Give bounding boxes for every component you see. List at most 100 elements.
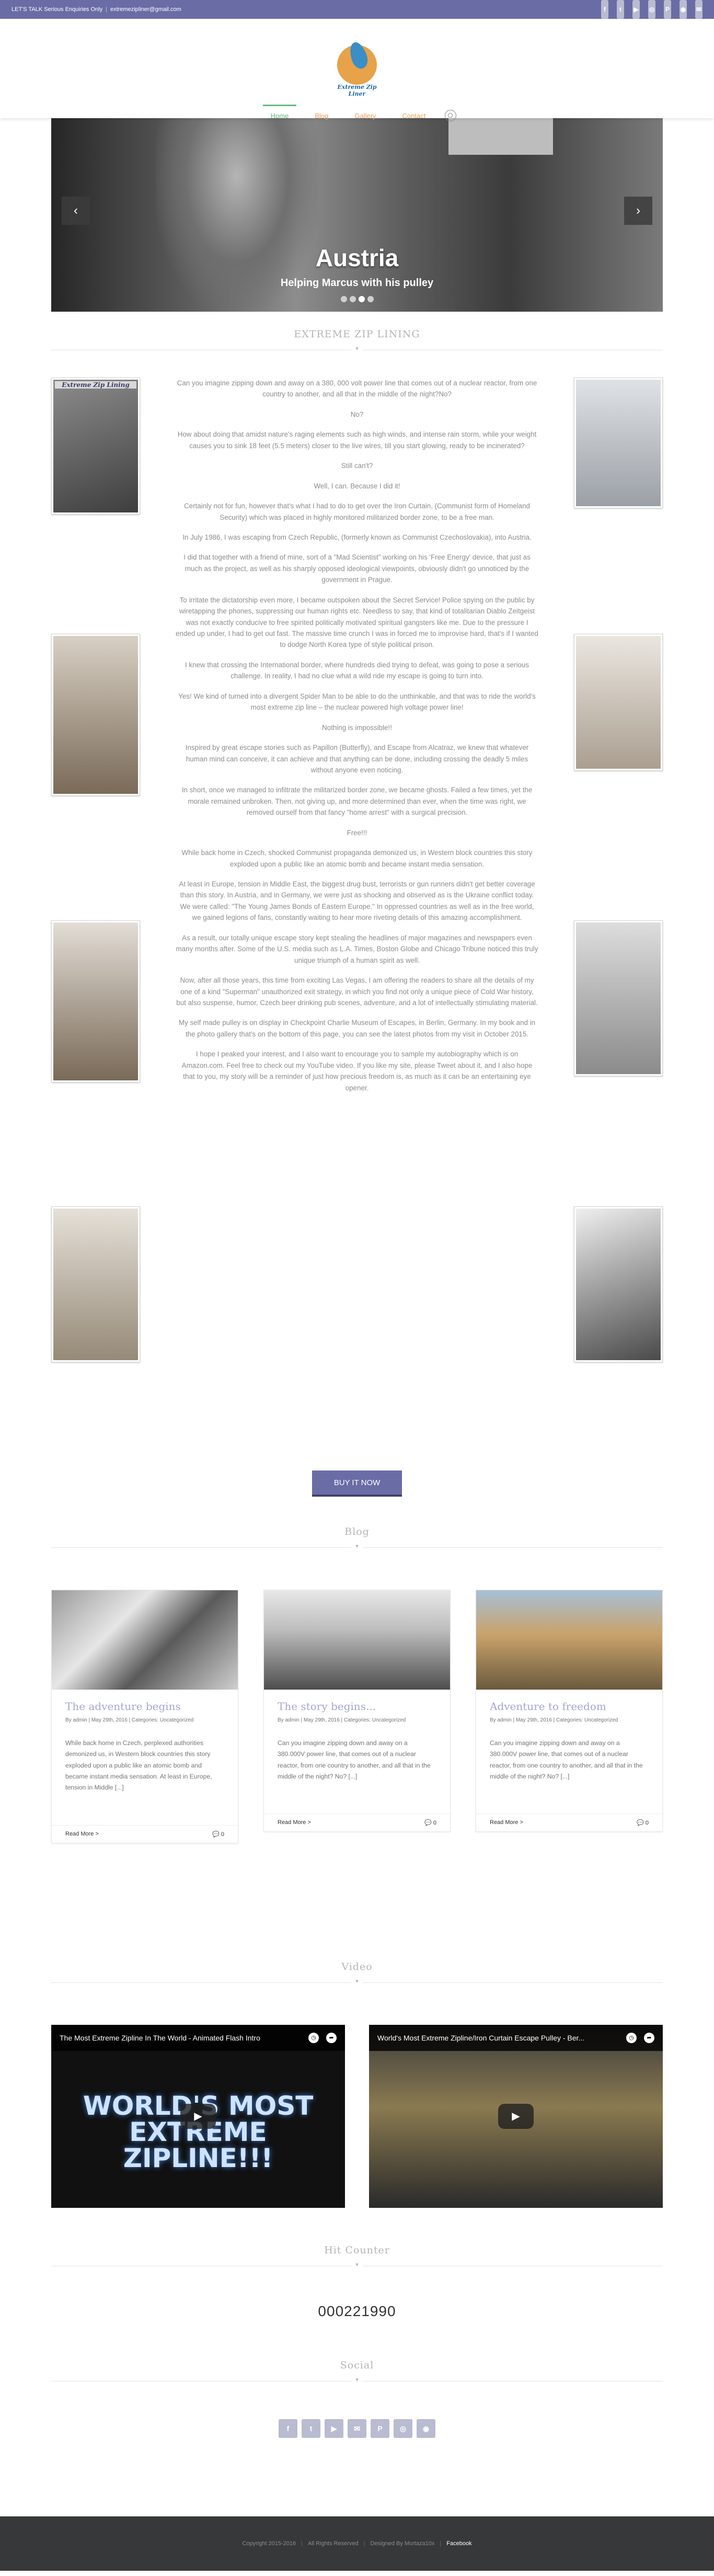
- slider-dot[interactable]: [349, 296, 356, 302]
- comments-count[interactable]: 💬 0: [212, 1831, 224, 1838]
- video-title[interactable]: World's Most Extreme Zipline/Iron Curtai…: [377, 2034, 584, 2042]
- story-paragraph: How about doing that amidst nature's rag…: [177, 430, 537, 450]
- email-icon[interactable]: ✉: [695, 0, 703, 19]
- contact-text: LET'S TALK Serious Enquiries Only: [11, 6, 103, 13]
- share-icon[interactable]: ➦: [644, 2033, 654, 2043]
- gallery-photo[interactable]: [51, 1206, 140, 1362]
- story-paragraph: Nothing is impossible!!: [322, 723, 392, 732]
- instagram-icon[interactable]: ◎: [648, 0, 655, 19]
- slider-dot[interactable]: [367, 296, 374, 302]
- video-player[interactable]: The Most Extreme Zipline In The World - …: [51, 2025, 345, 2208]
- watch-later-icon[interactable]: ◷: [308, 2033, 319, 2043]
- zipline-illustration[interactable]: [574, 1206, 663, 1362]
- hero-slider: ‹ › Austria Helping Marcus with his pull…: [51, 118, 663, 312]
- facebook-icon[interactable]: f: [279, 2419, 297, 2438]
- pinterest-icon[interactable]: P: [664, 0, 671, 19]
- slider-dot[interactable]: [340, 296, 347, 302]
- story-paragraph: Yes! We kind of turned into a divergent …: [178, 692, 536, 712]
- pinterest-icon[interactable]: P: [371, 2419, 389, 2438]
- site-header: Extreme Zip Liner Home Blog Gallery Cont…: [0, 19, 714, 121]
- read-more-link[interactable]: Read More >: [65, 1831, 99, 1838]
- email-icon[interactable]: ✉: [348, 2419, 366, 2438]
- twitter-icon[interactable]: t: [617, 0, 624, 19]
- blog-post-card: Adventure to freedom By admin | May 29th,…: [476, 1590, 663, 1832]
- main-nav: Home Blog Gallery Contact: [0, 105, 714, 126]
- blog-post-excerpt: Can you imagine zipping down and away on…: [278, 1739, 431, 1781]
- video-player[interactable]: World's Most Extreme Zipline/Iron Curtai…: [369, 2025, 663, 2208]
- watch-later-icon[interactable]: ◷: [626, 2033, 637, 2043]
- facebook-icon[interactable]: f: [601, 0, 608, 19]
- story-text: Can you imagine zipping down and away on…: [176, 378, 538, 1102]
- footer-designer: Designed By Murtaza10x: [370, 2540, 435, 2547]
- search-icon[interactable]: [445, 110, 457, 121]
- counter-section-title: Hit Counter: [324, 2244, 390, 2256]
- flickr-icon[interactable]: ◉: [417, 2419, 435, 2438]
- section-divider: ▾: [51, 1543, 663, 1553]
- book-cover-image[interactable]: Extreme Zip Lining: [51, 378, 140, 515]
- blog-post-title[interactable]: The adventure begins: [65, 1700, 224, 1713]
- video-title-bar: World's Most Extreme Zipline/Iron Curtai…: [369, 2025, 663, 2051]
- slider-prev-button[interactable]: ‹: [62, 197, 90, 225]
- share-icon[interactable]: ➦: [326, 2033, 337, 2043]
- video-section-title: Video: [341, 1961, 373, 1973]
- blog-post-excerpt: While back home in Czech, perplexed auth…: [65, 1739, 212, 1792]
- flickr-icon[interactable]: ◉: [680, 0, 687, 19]
- play-icon[interactable]: ▶: [498, 2104, 534, 2129]
- slider-dot[interactable]: [358, 296, 365, 302]
- blog-post-title[interactable]: The story begins...: [278, 1700, 436, 1713]
- divider-chevron-icon: ▾: [351, 2261, 363, 2268]
- slide-subtitle: Helping Marcus with his pulley: [280, 277, 434, 289]
- blog-post-title[interactable]: Adventure to freedom: [490, 1700, 649, 1713]
- story-paragraph: Inspired by great escape stories such as…: [185, 744, 529, 774]
- video-title-bar: The Most Extreme Zipline In The World - …: [51, 2025, 345, 2051]
- section-divider: ▾: [51, 345, 663, 356]
- hit-counter-value: 000221990: [318, 2303, 396, 2319]
- play-icon[interactable]: ▶: [180, 2104, 216, 2129]
- blog-post-image[interactable]: [52, 1590, 238, 1690]
- story-section: Extreme Zip Lining Can you imagine zippi…: [0, 378, 714, 1528]
- youtube-icon[interactable]: ▶: [632, 0, 640, 19]
- blog-post-excerpt: Can you imagine zipping down and away on…: [490, 1739, 643, 1781]
- story-paragraph: Still can't?: [341, 462, 373, 470]
- blog-post-image[interactable]: [264, 1590, 450, 1690]
- nav-home[interactable]: Home: [258, 105, 302, 123]
- slider-dots: [51, 296, 663, 302]
- site-logo[interactable]: Extreme Zip Liner: [330, 40, 384, 97]
- story-paragraph: Free!!!: [347, 828, 367, 837]
- comment-icon: 💬: [637, 1820, 646, 1827]
- section-divider: ▾: [51, 1978, 663, 1988]
- intro-section-title: EXTREME ZIP LINING: [294, 328, 420, 340]
- slider-next-button[interactable]: ›: [624, 197, 652, 225]
- contact-info: LET'S TALK Serious Enquiries Only | extrem…: [11, 6, 181, 13]
- section-divider: ▾: [51, 2376, 663, 2387]
- youtube-icon[interactable]: ▶: [325, 2419, 343, 2438]
- power-line-photo[interactable]: [574, 378, 663, 508]
- pulley-display-photo[interactable]: [51, 920, 140, 1082]
- read-more-link[interactable]: Read More >: [278, 1819, 311, 1826]
- story-paragraph: I hope I peaked your interest, and I als…: [181, 1050, 533, 1092]
- pulley-photo[interactable]: [51, 634, 140, 796]
- story-paragraph: My self made pulley is on display in Che…: [178, 1019, 536, 1038]
- blog-post-card: The story begins... By admin | May 29th, …: [263, 1590, 451, 1832]
- slide-title: Austria: [315, 244, 399, 271]
- museum-photo[interactable]: [574, 634, 663, 771]
- book-cover-title: Extreme Zip Lining: [55, 381, 136, 389]
- video-title[interactable]: The Most Extreme Zipline In The World - …: [60, 2034, 260, 2042]
- blog-post-image[interactable]: [476, 1590, 662, 1690]
- contact-email-link[interactable]: extremezipliner@gmail.com: [110, 6, 181, 13]
- blog-posts: The adventure begins By admin | May 29th,…: [51, 1590, 663, 1935]
- read-more-link[interactable]: Read More >: [490, 1819, 523, 1826]
- nav-contact[interactable]: Contact: [389, 112, 439, 123]
- blog-post-meta: By admin | May 29th, 2016 | Categories: …: [65, 1717, 194, 1723]
- exhibit-photo[interactable]: [574, 920, 663, 1076]
- twitter-icon[interactable]: t: [302, 2419, 320, 2438]
- top-social-icons: f t ▶ ◎ P ◉ ✉: [601, 0, 703, 19]
- comments-count[interactable]: 💬 0: [637, 1819, 649, 1826]
- comments-count[interactable]: 💬 0: [424, 1819, 436, 1826]
- footer-facebook-link[interactable]: Facebook: [446, 2540, 471, 2547]
- nav-blog[interactable]: Blog: [302, 112, 341, 123]
- nav-gallery[interactable]: Gallery: [341, 112, 389, 123]
- blog-post-meta: By admin | May 29th, 2016 | Categories: …: [490, 1717, 618, 1723]
- instagram-icon[interactable]: ◎: [394, 2419, 412, 2438]
- story-paragraph: Can you imagine zipping down and away on…: [177, 379, 537, 398]
